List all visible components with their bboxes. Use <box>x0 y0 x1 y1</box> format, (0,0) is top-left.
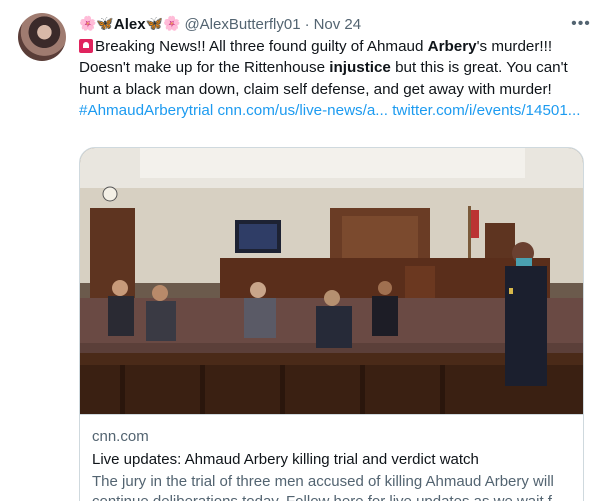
tweet[interactable]: 🌸🦋 Alex 🦋🌸 @AlexButterfly01 · Nov 24 •••… <box>0 0 613 501</box>
avatar[interactable] <box>18 13 66 61</box>
courtroom-photo[interactable] <box>80 148 583 414</box>
author-handle[interactable]: @AlexButterfly01 <box>184 16 300 33</box>
more-options-icon[interactable]: ••• <box>571 14 591 34</box>
tweet-bold-injustice: injustice <box>329 59 391 77</box>
twitter-events-link[interactable]: twitter.com/i/events/14501... <box>392 102 580 119</box>
card-meta[interactable]: cnn.com Live updates: Ahmaud Arbery kill… <box>80 414 583 501</box>
tweet-header: 🌸🦋 Alex 🦋🌸 @AlexButterfly01 · Nov 24 <box>79 14 361 34</box>
siren-icon <box>79 39 93 53</box>
link-card[interactable]: cnn.com Live updates: Ahmaud Arbery kill… <box>79 147 584 501</box>
flower-butterfly-emoji: 🌸🦋 <box>79 16 114 32</box>
courtroom-illustration <box>80 148 583 414</box>
card-domain: cnn.com <box>92 428 149 445</box>
tweet-bold-arbery: Arbery <box>427 38 477 55</box>
author-name[interactable]: Alex <box>114 16 146 33</box>
separator-dot: · <box>304 15 310 33</box>
butterfly-flower-emoji: 🦋🌸 <box>145 16 181 32</box>
card-description: The jury in the trial of three men accus… <box>92 473 564 501</box>
card-title[interactable]: Live updates: Ahmaud Arbery killing tria… <box>92 449 573 470</box>
tweet-text: Breaking News!! All three found guilty o… <box>79 36 589 121</box>
tweet-text-part1: Breaking News!! All three found guilty o… <box>95 38 428 55</box>
cnn-link[interactable]: cnn.com/us/live-news/a... <box>217 102 388 119</box>
tweet-date[interactable]: Nov 24 <box>314 16 362 33</box>
hashtag-link[interactable]: #AhmaudArberytrial <box>79 102 213 119</box>
